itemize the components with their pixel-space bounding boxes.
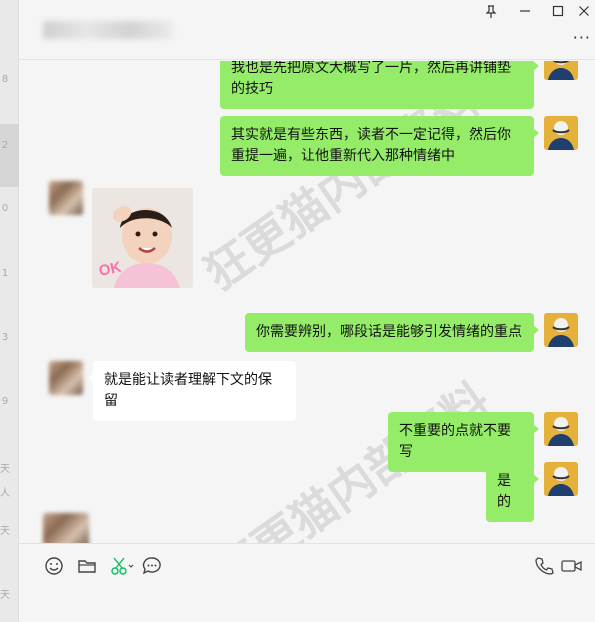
avatar-image xyxy=(544,116,578,150)
avatar-image xyxy=(544,462,578,496)
chat-list-label: 8 xyxy=(1,74,9,85)
my-avatar[interactable] xyxy=(544,61,578,80)
avatar-image xyxy=(544,61,578,80)
chat-title-blurred xyxy=(43,20,173,39)
my-avatar[interactable] xyxy=(544,462,578,496)
contact-avatar[interactable] xyxy=(49,181,83,215)
chat-list-strip: 8 2 0 1 3 9 天 人 天 天 xyxy=(0,0,19,622)
input-toolbar xyxy=(19,543,595,622)
chat-list-label: 天 xyxy=(0,464,10,475)
chat-title xyxy=(43,20,173,42)
maximize-icon[interactable] xyxy=(549,5,567,23)
contact-avatar[interactable] xyxy=(49,361,83,395)
pin-icon[interactable] xyxy=(482,5,500,23)
message-bubble-mine[interactable]: 是的 xyxy=(486,462,539,522)
scissors-icon[interactable] xyxy=(109,555,134,577)
chat-list-label: 天 xyxy=(0,590,10,601)
my-avatar[interactable] xyxy=(544,313,578,347)
message-bubble-mine[interactable]: 其实就是有些东西，读者不一定记得，然后你重提一遍，让他重新代入那种情绪中 xyxy=(220,116,539,176)
chat-list-label: 9 xyxy=(1,396,9,407)
video-icon[interactable] xyxy=(560,555,582,577)
chat-header: ··· xyxy=(19,0,595,60)
message-list[interactable]: 狂更猫内部资料 狂更猫内部资料 我也是先把原文大概写了一片，然后再讲铺垫的技巧 … xyxy=(19,61,595,543)
phone-icon[interactable] xyxy=(533,555,555,577)
close-icon[interactable] xyxy=(575,5,593,23)
folder-icon[interactable] xyxy=(76,555,98,577)
chat-list-label: 天 xyxy=(0,526,10,537)
avatar-image xyxy=(544,313,578,347)
emoji-icon[interactable] xyxy=(43,555,65,577)
my-avatar[interactable] xyxy=(544,412,578,446)
chat-list-label: 2 xyxy=(1,140,9,151)
chat-history-icon[interactable] xyxy=(141,555,163,577)
avatar-image xyxy=(544,412,578,446)
minimize-icon[interactable] xyxy=(516,5,534,23)
more-options-button[interactable]: ··· xyxy=(573,28,591,47)
message-bubble-mine[interactable]: 你需要辨别，哪段话是能够引发情绪的重点 xyxy=(245,313,539,352)
chat-list-label: 人 xyxy=(0,488,10,499)
contact-avatar[interactable] xyxy=(43,513,89,543)
chat-list-label: 3 xyxy=(1,332,9,343)
chat-list-selected[interactable] xyxy=(0,124,19,187)
my-avatar[interactable] xyxy=(544,116,578,150)
image-message[interactable]: OK xyxy=(92,188,193,288)
chat-list-label: 1 xyxy=(1,268,9,279)
message-bubble-other[interactable]: 就是能让读者理解下文的保留 xyxy=(88,361,296,421)
child-photo: OK xyxy=(92,188,193,288)
chat-list-label: 0 xyxy=(1,203,9,214)
message-bubble-mine[interactable]: 我也是先把原文大概写了一片，然后再讲铺垫的技巧 xyxy=(220,61,539,109)
